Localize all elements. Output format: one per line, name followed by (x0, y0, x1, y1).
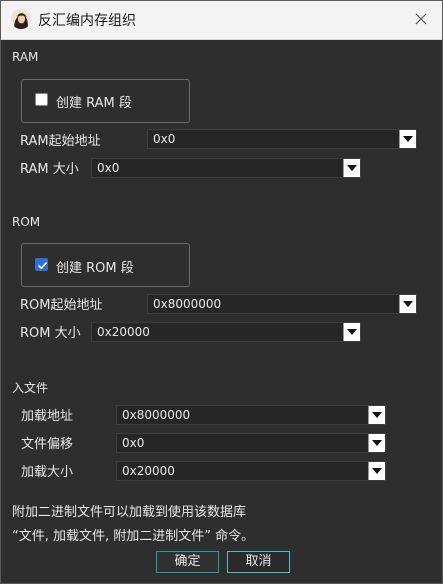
chevron-down-icon[interactable] (368, 462, 385, 480)
title-bar: 反汇编内存组织 (1, 1, 442, 40)
ram-start-value: 0x0 (153, 132, 176, 146)
ok-button[interactable]: 确定 (156, 551, 219, 573)
ram-create-checkbox[interactable] (35, 93, 48, 106)
chevron-down-icon[interactable] (343, 159, 360, 177)
rom-create-checkbox[interactable] (35, 258, 48, 271)
rom-size-label: ROM 大小 (20, 326, 81, 341)
file-offset-select[interactable]: 0x0 (116, 433, 386, 453)
window-title: 反汇编内存组织 (38, 13, 136, 29)
chevron-down-icon[interactable] (343, 323, 360, 341)
rom-create-label: 创建 ROM 段 (56, 261, 134, 276)
rom-start-label: ROM起始地址 (20, 298, 103, 313)
load-size-value: 0x20000 (122, 464, 175, 478)
ram-size-label: RAM 大小 (20, 162, 79, 177)
ram-size-select[interactable]: 0x0 (91, 158, 361, 178)
load-address-label: 加载地址 (21, 409, 74, 424)
chevron-down-icon[interactable] (368, 406, 385, 424)
avatar-icon (11, 9, 31, 29)
chevron-down-icon[interactable] (399, 130, 416, 148)
rom-size-value: 0x20000 (97, 325, 150, 339)
chevron-down-icon[interactable] (399, 295, 416, 313)
load-address-value: 0x8000000 (122, 408, 191, 422)
file-offset-label: 文件偏移 (21, 437, 74, 452)
chevron-down-icon[interactable] (368, 434, 385, 452)
rom-start-value: 0x8000000 (153, 297, 222, 311)
file-offset-value: 0x0 (122, 436, 145, 450)
rom-section-title: ROM (12, 215, 41, 229)
rom-start-select[interactable]: 0x8000000 (147, 294, 417, 314)
rom-size-select[interactable]: 0x20000 (91, 322, 361, 342)
input-file-section-title: 入文件 (12, 381, 49, 395)
ram-section-title: RAM (12, 50, 39, 64)
close-icon[interactable] (409, 9, 433, 31)
load-address-select[interactable]: 0x8000000 (116, 405, 386, 425)
note-line-1: 附加二进制文件可以加载到使用该数据库 (12, 505, 247, 520)
load-size-select[interactable]: 0x20000 (116, 461, 386, 481)
ram-create-label: 创建 RAM 段 (56, 96, 132, 111)
note-line-2: “文件, 加载文件, 附加二进制文件” 命令。 (12, 529, 255, 544)
load-size-label: 加载大小 (21, 465, 74, 480)
ram-start-select[interactable]: 0x0 (147, 129, 417, 149)
cancel-button[interactable]: 取消 (227, 551, 290, 573)
dialog-window: 反汇编内存组织 RAM 创建 RAM 段 RAM起始地址 0x0 RAM 大小 … (0, 0, 443, 584)
ram-size-value: 0x0 (97, 161, 120, 175)
ram-start-label: RAM起始地址 (20, 134, 101, 149)
